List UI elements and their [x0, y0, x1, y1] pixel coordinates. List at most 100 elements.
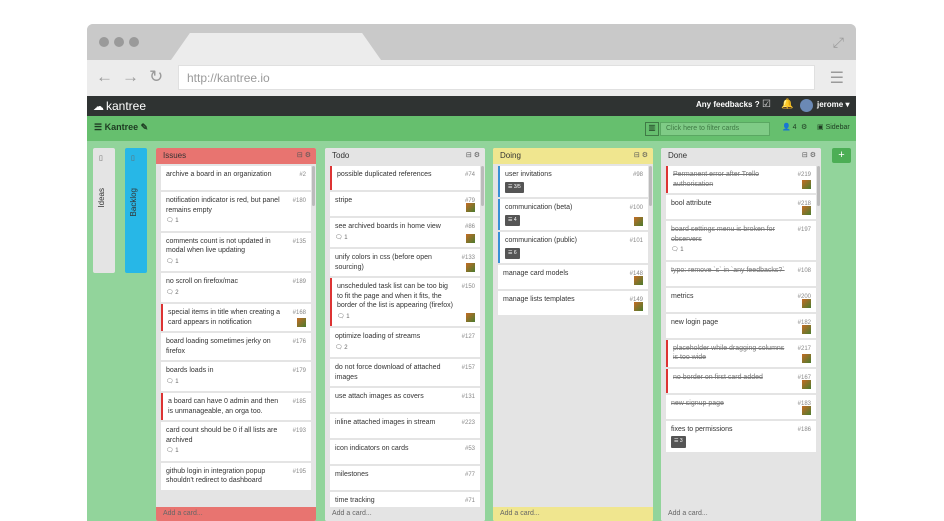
column-title: Doing: [500, 151, 521, 160]
browser-tab[interactable]: [171, 33, 381, 60]
card[interactable]: possible duplicated references #74: [330, 166, 480, 190]
expand-icon[interactable]: ⤢: [833, 34, 844, 51]
comment-count: 🗨 2: [335, 344, 348, 351]
member-avatar: [466, 313, 475, 322]
column-scrollbar[interactable]: [649, 166, 652, 206]
column-settings-icon[interactable]: ⊟ ⚙: [634, 151, 648, 159]
card[interactable]: bool attribute #218: [666, 195, 816, 219]
card-title: bool attribute: [671, 200, 712, 207]
card[interactable]: time tracking #71: [330, 492, 480, 507]
member-avatar: [802, 298, 811, 308]
card[interactable]: github login in integration popup should…: [161, 462, 311, 490]
comment-count: 🗨 1: [337, 313, 350, 320]
column-settings-icon[interactable]: ⊟ ⚙: [297, 151, 311, 159]
add-card-button[interactable]: Add a card...: [493, 507, 653, 521]
card[interactable]: typo: remove `s` in `any feedbacks?` #108: [666, 261, 816, 286]
window-controls[interactable]: [99, 37, 139, 47]
board-title[interactable]: ☰ Kantree ✎: [94, 122, 148, 133]
card-title: milestones: [335, 471, 369, 478]
expand-column-icon[interactable]: ▯: [99, 154, 103, 162]
kantree-logo[interactable]: ☁ kantree: [93, 99, 146, 113]
bell-icon[interactable]: 🔔: [781, 99, 793, 110]
back-icon[interactable]: ←: [96, 67, 113, 87]
card-title: use attach images as covers: [335, 393, 424, 400]
avatar[interactable]: [800, 99, 813, 112]
sidebar-button[interactable]: ▣ Sidebar: [817, 123, 850, 131]
column-scrollbar[interactable]: [481, 166, 484, 206]
column-issues: Issues ⊟ ⚙ archive a board in an organizat…: [156, 148, 316, 521]
card[interactable]: no border on first card added #167: [666, 368, 816, 393]
card[interactable]: fixes to permissions #186 ☰ 3: [666, 420, 816, 452]
edit-icon[interactable]: ✎: [141, 122, 149, 132]
members-count[interactable]: 👤 4: [782, 123, 797, 131]
member-avatar: [466, 203, 475, 212]
forward-icon[interactable]: →: [122, 67, 139, 87]
add-column-button[interactable]: +: [832, 148, 851, 163]
card[interactable]: metrics #200: [666, 287, 816, 312]
column-header[interactable]: Doing ⊟ ⚙: [493, 148, 653, 164]
card-title: new signup page: [671, 399, 724, 407]
card[interactable]: manage card models #148: [498, 265, 648, 289]
add-card-button[interactable]: Add a card...: [661, 507, 821, 521]
card[interactable]: unscheduled task list can be too big to …: [330, 278, 480, 326]
card[interactable]: new signup page #183: [666, 394, 816, 419]
card[interactable]: communication (beta) #100 ☰ 4: [498, 199, 648, 230]
comment-count: 🗨 1: [671, 247, 684, 253]
column-header[interactable]: Todo ⊟ ⚙: [325, 148, 485, 164]
card[interactable]: board loading sometimes jerky on firefox…: [161, 333, 311, 360]
card[interactable]: comments count is not updated in modal w…: [161, 232, 311, 271]
collapsed-column-backlog[interactable]: ▯ Backlog: [125, 148, 147, 273]
card-title: Permanent error after Trello authorisati…: [673, 171, 759, 188]
user-menu[interactable]: jerome ▾: [817, 100, 849, 109]
add-card-button[interactable]: Add a card...: [156, 507, 316, 521]
card[interactable]: see archived boards in home view #86 🗨 1: [330, 218, 480, 247]
card[interactable]: use attach images as covers #131: [330, 388, 480, 412]
column-settings-icon[interactable]: ⊟ ⚙: [802, 151, 816, 159]
url-field[interactable]: http://kantree.io: [178, 65, 815, 90]
card[interactable]: manage lists templates #149: [498, 291, 648, 315]
card[interactable]: special items in title when creating a c…: [161, 304, 311, 331]
card[interactable]: card count should be 0 if all lists are …: [161, 422, 311, 461]
filter-input[interactable]: Click here to filter cards: [660, 122, 770, 136]
column-header[interactable]: Issues ⊟ ⚙: [156, 148, 316, 164]
card[interactable]: no scroll on firefox/mac #189 🗨 2: [161, 273, 311, 302]
card-title: communication (public): [505, 237, 577, 244]
card-number: #176: [292, 339, 306, 345]
card[interactable]: archive a board in an organization #2: [161, 166, 311, 190]
column-settings-icon[interactable]: ⊟ ⚙: [466, 151, 480, 159]
checkbox-icon[interactable]: ☑: [762, 99, 771, 110]
card-title: fixes to permissions: [671, 425, 733, 433]
card[interactable]: Permanent error after Trello authorisati…: [666, 166, 816, 193]
member-avatar: [466, 263, 475, 272]
column-header[interactable]: Done ⊟ ⚙: [661, 148, 821, 164]
column-scrollbar[interactable]: [312, 166, 315, 206]
card[interactable]: communication (public) #101 ☰ 6: [498, 232, 648, 263]
card[interactable]: do not force download of attached images…: [330, 359, 480, 386]
feedback-link[interactable]: Any feedbacks ?: [696, 100, 760, 109]
card[interactable]: optimize loading of streams #127 🗨 2: [330, 328, 480, 357]
card[interactable]: icon indicators on cards #53: [330, 440, 480, 464]
comment-count: 🗨 1: [166, 258, 179, 265]
column-scrollbar[interactable]: [817, 166, 820, 206]
settings-icon[interactable]: ⚙: [801, 123, 807, 131]
card[interactable]: milestones #77: [330, 466, 480, 490]
card[interactable]: unify colors in css (before open sourcin…: [330, 249, 480, 276]
card[interactable]: user invitations #98 ☰ 3/5: [498, 166, 648, 197]
card[interactable]: boards loads in #179 🗨 1: [161, 362, 311, 391]
filter-icon[interactable]: ▥: [645, 122, 659, 136]
reload-icon[interactable]: ↻: [149, 67, 163, 87]
collapsed-column-ideas[interactable]: ▯ Ideas: [93, 148, 115, 273]
card[interactable]: new login page #182: [666, 313, 816, 338]
card-number: #179: [292, 368, 306, 374]
add-card-button[interactable]: Add a card...: [325, 507, 485, 521]
card-title: possible duplicated references: [337, 171, 432, 178]
card[interactable]: placeholder while dragging columns is to…: [666, 339, 816, 367]
expand-column-icon[interactable]: ▯: [131, 154, 135, 162]
card[interactable]: board settings menu is broken for observ…: [666, 221, 816, 260]
card[interactable]: inline attached images in stream #223: [330, 414, 480, 438]
card[interactable]: a board can have 0 admin and then is unm…: [161, 393, 311, 420]
card[interactable]: stripe #79: [330, 192, 480, 216]
card[interactable]: notification indicator is red, but panel…: [161, 192, 311, 231]
card-title: manage lists templates: [503, 296, 575, 303]
menu-icon[interactable]: ☰: [830, 68, 844, 88]
